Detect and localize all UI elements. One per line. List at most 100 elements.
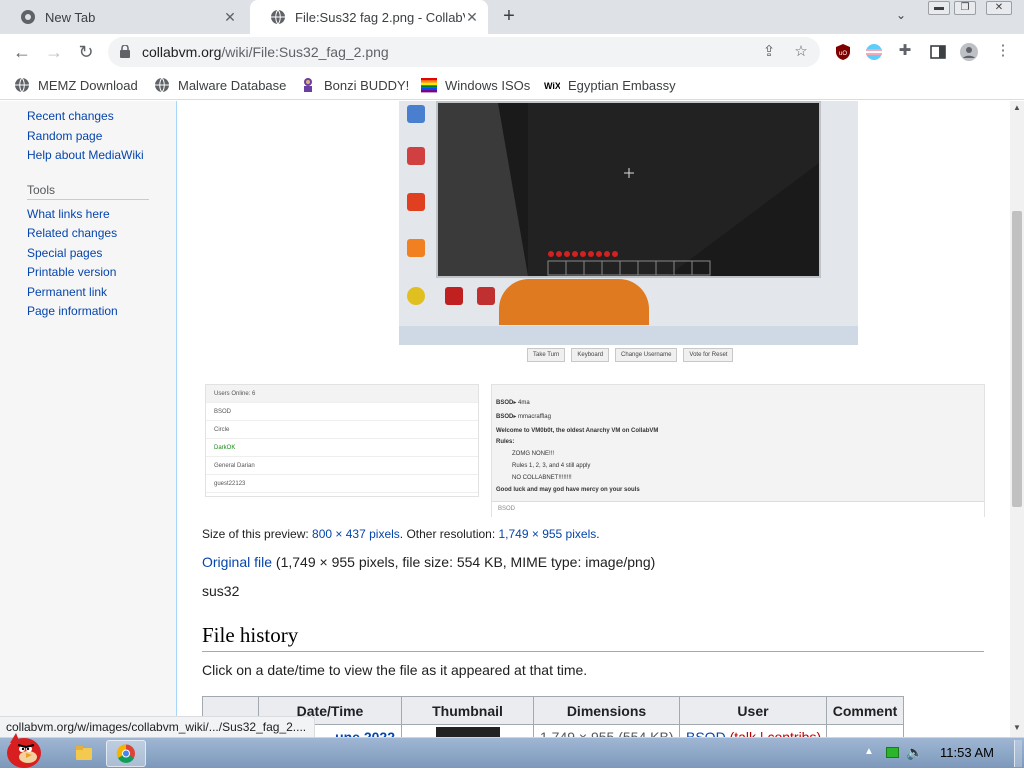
- acrobat-icon: [445, 287, 463, 305]
- vm-game-screen: [436, 101, 821, 278]
- ublock-origin-icon[interactable]: uO: [834, 43, 852, 61]
- divider: [27, 199, 149, 200]
- page-viewport: Recent changes Random page Help about Me…: [0, 101, 1010, 737]
- user-talk-links[interactable]: (talk | contribs): [730, 729, 822, 738]
- bookmark-bonzi-buddy[interactable]: Bonzi BUDDY!: [300, 76, 409, 94]
- tab-strip: New Tab ✕ File:Sus32 fag 2.png - CollabV…: [0, 0, 1024, 34]
- datetime-link[interactable]: une 2022: [335, 729, 395, 738]
- chrome-taskbar-button[interactable]: [106, 740, 146, 767]
- sidebar-link-special-pages[interactable]: Special pages: [27, 246, 102, 260]
- users-online-header: Users Online: 6: [206, 385, 478, 403]
- vm-taskbar: [399, 326, 858, 345]
- comment-cell: [826, 724, 904, 737]
- address-bar[interactable]: collabvm.org/wiki/File:Sus32_fag_2.png ⇪…: [108, 37, 820, 67]
- game-scene: [438, 103, 819, 276]
- tab-collabvm-file[interactable]: File:Sus32 fag 2.png - CollabVM ✕: [250, 0, 488, 34]
- wiki-sidebar: Recent changes Random page Help about Me…: [0, 101, 176, 737]
- app-icon: [477, 287, 495, 305]
- start-button-angry-bird-icon[interactable]: [2, 731, 46, 769]
- show-desktop-button[interactable]: [1014, 740, 1022, 767]
- explorer-folder-icon[interactable]: [64, 740, 104, 767]
- thumbnail-image[interactable]: [435, 726, 500, 737]
- tab-label: File:Sus32 fag 2.png - CollabVM: [295, 9, 465, 25]
- bookmark-windows-isos[interactable]: Windows ISOs: [421, 76, 530, 94]
- chat-message: Welcome to VM0b0t, the oldest Anarchy VM…: [496, 428, 659, 434]
- globe-icon: [155, 77, 169, 93]
- scrollbar-thumb[interactable]: [1012, 211, 1022, 507]
- sidebar-link-related-changes[interactable]: Related changes: [27, 226, 117, 240]
- close-tab-icon[interactable]: ✕: [464, 9, 480, 25]
- reload-button[interactable]: ↻: [74, 40, 98, 64]
- bookmarks-bar: MEMZ Download Malware Database Bonzi BUD…: [0, 70, 1024, 100]
- bookmark-malware-database[interactable]: Malware Database: [154, 76, 286, 94]
- change-username-button: Change Username: [615, 348, 678, 362]
- back-button[interactable]: ←: [10, 40, 34, 64]
- url-text[interactable]: collabvm.org/wiki/File:Sus32_fag_2.png: [142, 44, 389, 60]
- svg-text:WiX: WiX: [544, 81, 560, 91]
- user-link[interactable]: BSOD: [686, 729, 726, 738]
- sidebar-link-random-page[interactable]: Random page: [27, 129, 102, 143]
- vlc-icon: [407, 239, 425, 257]
- svg-text:uO: uO: [839, 51, 847, 57]
- sidebar-link-printable-version[interactable]: Printable version: [27, 265, 116, 279]
- chrome-icon: [21, 10, 35, 24]
- file-preview-image[interactable]: Take Turn Keyboard Change Username Vote …: [399, 101, 858, 362]
- anydesk-icon: [407, 193, 425, 211]
- vm-control-buttons: Take Turn Keyboard Change Username Vote …: [527, 348, 734, 362]
- user-cell: BSOD (talk | contribs): [679, 724, 827, 738]
- sidebar-link-help[interactable]: Help about MediaWiki: [27, 148, 144, 162]
- preview-size-link[interactable]: 800 × 437 pixels: [312, 527, 400, 541]
- chat-input: BSOD: [492, 501, 984, 517]
- tab-new-tab[interactable]: New Tab ✕: [0, 0, 246, 34]
- tools-heading: Tools: [27, 183, 56, 197]
- menu-kebab-icon[interactable]: ⋮: [994, 42, 1012, 60]
- page-scrollbar[interactable]: ▲ ▼: [1010, 101, 1024, 737]
- desktop-icon: [407, 105, 425, 123]
- lock-icon[interactable]: [120, 45, 130, 58]
- tab-label: New Tab: [45, 9, 96, 25]
- original-file-link[interactable]: Original file: [202, 554, 272, 570]
- cd-icon: [407, 287, 425, 305]
- share-icon[interactable]: ⇪: [760, 43, 778, 61]
- extensions-puzzle-icon[interactable]: ✚: [896, 42, 914, 60]
- volume-icon[interactable]: 🔈: [906, 744, 923, 761]
- bookmark-memz-download[interactable]: MEMZ Download: [14, 76, 138, 94]
- taskbar-clock[interactable]: 11:53 AM: [940, 745, 994, 760]
- trans-flag-extension-icon[interactable]: [865, 43, 883, 61]
- sidebar-link-what-links-here[interactable]: What links here: [27, 207, 110, 221]
- file-history-hint: Click on a date/time to view the file as…: [202, 662, 588, 678]
- chrome-icon: [116, 744, 135, 763]
- windows-taskbar: ▲ 🔈 11:53 AM: [0, 733, 1024, 768]
- close-tab-icon[interactable]: ✕: [222, 9, 238, 25]
- minimize-button[interactable]: ▬: [928, 1, 950, 15]
- user-entry: Circle: [206, 421, 478, 439]
- user-entry: BSOD: [206, 403, 478, 421]
- bookmark-egyptian-embassy[interactable]: WiX Egyptian Embassy: [544, 76, 676, 94]
- forward-button[interactable]: →: [42, 40, 66, 64]
- scroll-up-arrow-icon[interactable]: ▲: [1012, 103, 1022, 113]
- sidebar-link-page-information[interactable]: Page information: [27, 304, 118, 318]
- sidebar-link-recent-changes[interactable]: Recent changes: [27, 109, 114, 123]
- scroll-down-arrow-icon[interactable]: ▼: [1012, 723, 1022, 733]
- sidebar-link-permanent-link[interactable]: Permanent link: [27, 285, 107, 299]
- battery-icon[interactable]: [886, 747, 899, 758]
- column-header: Thumbnail: [401, 696, 534, 725]
- bookmark-star-icon[interactable]: ☆: [792, 43, 810, 61]
- side-panel-icon[interactable]: [929, 43, 947, 61]
- wiki-content: Take Turn Keyboard Change Username Vote …: [176, 101, 1010, 737]
- other-resolution-link[interactable]: 1,749 × 955 pixels: [499, 527, 597, 541]
- wix-icon: WiX: [544, 81, 560, 91]
- chat-message: NO COLLABNET!!!!!!!!: [512, 475, 572, 481]
- profile-avatar-icon[interactable]: [960, 43, 978, 61]
- new-tab-button[interactable]: +: [498, 6, 520, 28]
- window-close-button[interactable]: ✕: [986, 1, 1012, 15]
- column-header: User: [679, 696, 827, 725]
- tab-search-chevron-icon[interactable]: ⌄: [896, 8, 906, 22]
- show-hidden-icons-icon[interactable]: ▲: [864, 746, 874, 757]
- original-file-line: Original file (1,749 × 955 pixels, file …: [202, 554, 656, 570]
- user-entry: General Darian: [206, 457, 478, 475]
- chat-message: BSOD▸ mmacrafflag: [496, 414, 551, 420]
- column-header: Comment: [826, 696, 904, 725]
- restore-button[interactable]: ❐: [954, 1, 976, 15]
- globe-icon: [15, 77, 29, 93]
